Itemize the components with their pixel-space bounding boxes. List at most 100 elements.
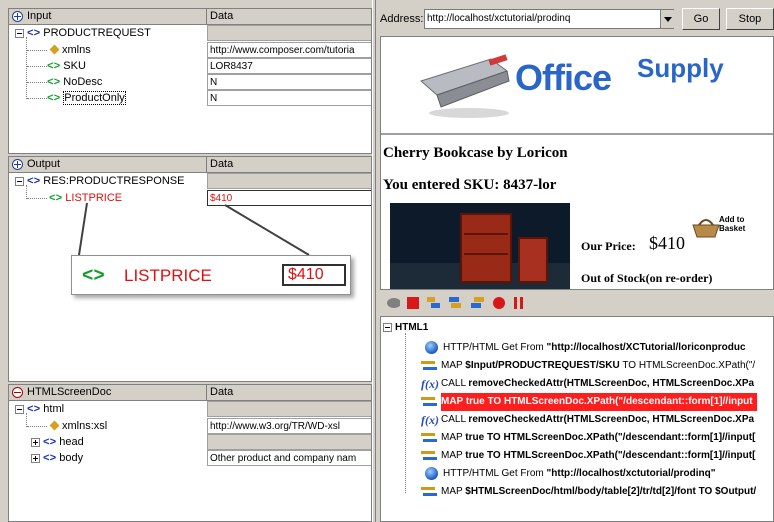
element-icon: <> xyxy=(27,28,41,40)
htmlscreendoc-panel-header: HTMLScreenDoc Data xyxy=(9,385,371,401)
data-cell xyxy=(207,25,371,41)
collapse-icon[interactable] xyxy=(12,387,23,398)
productonly-value[interactable]: N xyxy=(207,90,371,106)
attribute-icon xyxy=(49,44,60,55)
element-icon: <> xyxy=(47,77,61,89)
tree-node-productrequest[interactable]: <> PRODUCTREQUEST xyxy=(15,25,151,41)
input-data-header: Data xyxy=(210,10,234,22)
globe-icon xyxy=(425,467,438,480)
map-arrows-icon xyxy=(421,396,437,408)
element-icon: <> xyxy=(27,404,41,416)
action-bold-text: "http://localhost/XCTutorial/loriconprod… xyxy=(546,342,746,353)
address-input[interactable]: http://localhost/xctutorial/prodinq xyxy=(424,9,674,29)
head-value xyxy=(207,434,371,450)
output-panel: Output Data <> RES:PRODUCTRESPONSE <> LI… xyxy=(8,156,372,382)
action-tree: HTML1 HTTP/HTML Get From "http://localho… xyxy=(380,316,774,522)
node-label: xmlns:xsl xyxy=(62,420,108,432)
tree-node-head[interactable]: <> head xyxy=(31,434,84,450)
element-icon: <> xyxy=(43,453,57,465)
add-to-basket-button[interactable]: Add to Basket xyxy=(691,213,755,241)
function-icon: f(x) xyxy=(421,413,439,427)
action-text: MAP xyxy=(441,486,466,497)
stop-button[interactable]: Stop xyxy=(726,8,774,30)
action-bold-text: removeCheckedAttr(HTMLScreenDoc, HTMLScr… xyxy=(468,378,755,389)
input-title[interactable]: Input xyxy=(9,9,207,25)
node-label: ProductOnly xyxy=(63,91,126,105)
collapse-icon[interactable] xyxy=(383,322,392,332)
price-value: $410 xyxy=(649,233,685,253)
stapler-logo-icon xyxy=(420,54,510,118)
attribute-icon xyxy=(49,420,60,431)
tree-node-sku[interactable]: <> SKU xyxy=(47,58,86,74)
logo-office-text: Office xyxy=(515,57,612,98)
stock-status: Out of Stock(on re-order) xyxy=(581,271,713,285)
action-text: MAP xyxy=(441,450,466,461)
htmlscreendoc-title-label: HTMLScreenDoc xyxy=(27,386,112,398)
step-into-icon[interactable] xyxy=(426,296,440,310)
globe-icon xyxy=(425,341,438,354)
action-bold-text: "http://localhost/xctutorial/prodinq" xyxy=(546,468,716,479)
product-image xyxy=(390,203,570,289)
input-title-label: Input xyxy=(27,10,52,22)
tree-node-html[interactable]: <> html xyxy=(15,401,64,417)
step-out-icon[interactable] xyxy=(470,296,484,310)
action-bold-text: $HTMLScreenDoc/html/body/table[2]/tr/td[… xyxy=(465,486,696,497)
action-text: TO HTMLScreenDoc.XPath("/ xyxy=(619,360,756,371)
zoom-callout: <> LISTPRICE $410 xyxy=(71,255,351,295)
sku-line: You entered SKU: 8437-lor xyxy=(383,177,557,193)
action-text: MAP xyxy=(441,360,466,371)
action-text: TO $Output/ xyxy=(695,486,757,497)
map-arrows-icon xyxy=(421,450,437,462)
collapse-icon[interactable] xyxy=(15,28,24,38)
record-icon[interactable] xyxy=(492,296,506,310)
tree-node-xmlns-xsl[interactable]: xmlns:xsl xyxy=(49,418,107,434)
map-arrows-icon xyxy=(421,360,437,372)
price-label: Our Price: xyxy=(581,239,636,253)
element-icon: <> xyxy=(47,93,61,105)
tree-node-productonly[interactable]: <> ProductOnly xyxy=(47,90,126,106)
nodesc-value[interactable]: N xyxy=(207,74,371,90)
node-label: HTML1 xyxy=(395,322,429,333)
pause-icon[interactable] xyxy=(512,296,526,310)
go-button[interactable]: Go xyxy=(682,8,720,30)
step-over-icon[interactable] xyxy=(448,296,462,310)
node-label: head xyxy=(59,436,84,448)
action-text: CALL xyxy=(441,378,469,389)
map-arrows-icon xyxy=(421,486,437,498)
tree-node-xmlns[interactable]: xmlns xyxy=(49,42,91,58)
collapse-icon[interactable] xyxy=(15,404,24,414)
sku-value[interactable]: LOR8437 xyxy=(207,58,371,74)
action-text: TO HTMLScreenDoc.XPath("/descendant::for… xyxy=(484,450,756,461)
address-label: Address: xyxy=(380,13,424,25)
htmlscreendoc-title[interactable]: HTMLScreenDoc xyxy=(9,385,207,401)
stop-record-icon[interactable] xyxy=(406,296,420,310)
action-text: HTTP/HTML Get From xyxy=(443,342,547,353)
expand-icon[interactable] xyxy=(12,11,23,22)
input-panel: Input Data <> PRODUCTREQUEST xmlns http:… xyxy=(8,8,372,154)
action-text: HTTP/HTML Get From xyxy=(443,468,547,479)
node-label: body xyxy=(59,452,84,464)
expand-icon[interactable] xyxy=(31,453,40,463)
node-label: xmlns xyxy=(62,44,91,56)
expand-icon[interactable] xyxy=(31,437,40,447)
action-text: TO HTMLScreenDoc.XPath("/descendant::for… xyxy=(484,432,756,443)
body-value[interactable]: Other product and company nam xyxy=(207,450,371,466)
map-arrows-icon xyxy=(421,432,437,444)
tree-node-nodesc[interactable]: <> NoDesc xyxy=(47,74,102,90)
htmlscreendoc-data-header: Data xyxy=(210,386,234,398)
input-panel-header: Input Data xyxy=(9,9,371,25)
xmlns-value[interactable]: http://www.composer.com/tutoria xyxy=(207,42,371,58)
action-text: CALL xyxy=(441,414,469,425)
action-text: MAP true TO HTMLScreenDoc.XPath("/descen… xyxy=(441,393,757,411)
address-dropdown-icon[interactable] xyxy=(660,10,674,28)
add-to-basket-label: Add to Basket xyxy=(719,215,746,233)
tree-node-body[interactable]: <> body xyxy=(31,450,83,466)
callout-field-label: LISTPRICE xyxy=(124,266,212,285)
xmlns-xsl-value[interactable]: http://www.w3.org/TR/WD-xsl xyxy=(207,418,371,434)
logo-supply-text: Supply xyxy=(637,53,724,83)
action-toolbar xyxy=(380,292,774,314)
eraser-icon[interactable] xyxy=(386,296,400,310)
action-bold-text: removeCheckedAttr(HTMLScreenDoc, HTMLScr… xyxy=(468,414,755,425)
data-cell xyxy=(207,401,371,417)
node-label: NoDesc xyxy=(63,76,103,88)
